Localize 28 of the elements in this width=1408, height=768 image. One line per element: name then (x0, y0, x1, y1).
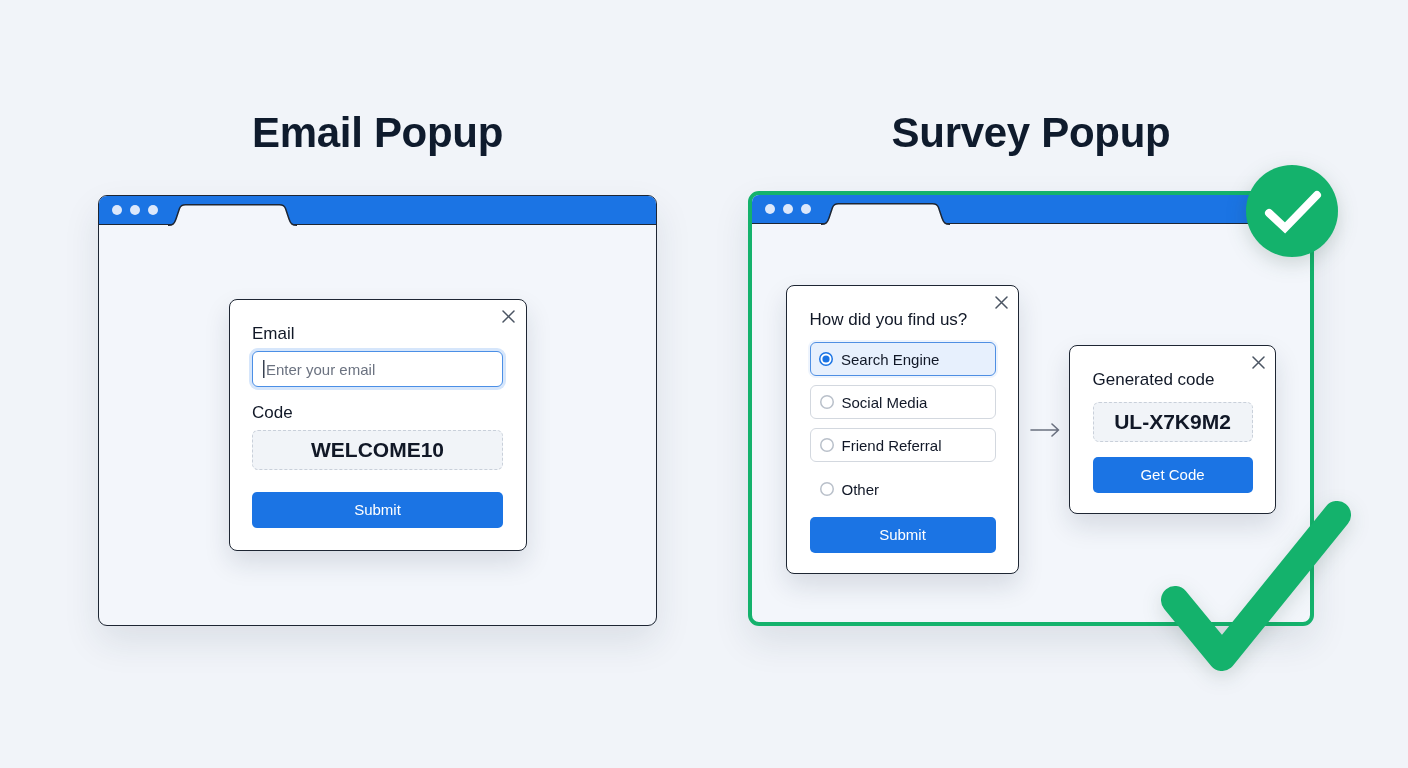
email-input[interactable]: Enter your email (252, 351, 503, 387)
window-dots-icon (764, 204, 811, 214)
radio-icon (819, 438, 834, 452)
browser-tab[interactable] (820, 202, 950, 225)
browser-tab[interactable] (167, 203, 297, 226)
radio-option[interactable]: Other (809, 472, 996, 506)
field-label: Code (252, 402, 294, 424)
radio-option[interactable]: Friend Referral (809, 428, 996, 462)
action-button[interactable]: Submit (809, 517, 996, 553)
radio-option[interactable]: Search Engine (809, 342, 996, 376)
radio-option[interactable]: Social Media (809, 385, 996, 419)
code-field: UL-X7K9M2 (1092, 402, 1253, 442)
code-field: WELCOME10 (252, 430, 503, 470)
panel-title: Survey Popup (891, 108, 1171, 158)
radio-icon (819, 482, 834, 496)
popup-heading: Generated code (1092, 369, 1216, 391)
arrow-right-icon (1030, 422, 1060, 437)
radio-icon (819, 395, 834, 409)
popup-heading: How did you find us? (809, 309, 969, 331)
action-button[interactable]: Submit (252, 492, 503, 528)
action-button[interactable]: Get Code (1092, 457, 1253, 493)
panel-title: Email Popup (251, 108, 504, 158)
close-icon[interactable] (502, 309, 515, 323)
field-label: Email (252, 323, 296, 345)
window-dots-icon (111, 205, 158, 215)
close-icon[interactable] (994, 295, 1008, 309)
radio-icon (819, 352, 833, 366)
close-icon[interactable] (1251, 355, 1265, 369)
